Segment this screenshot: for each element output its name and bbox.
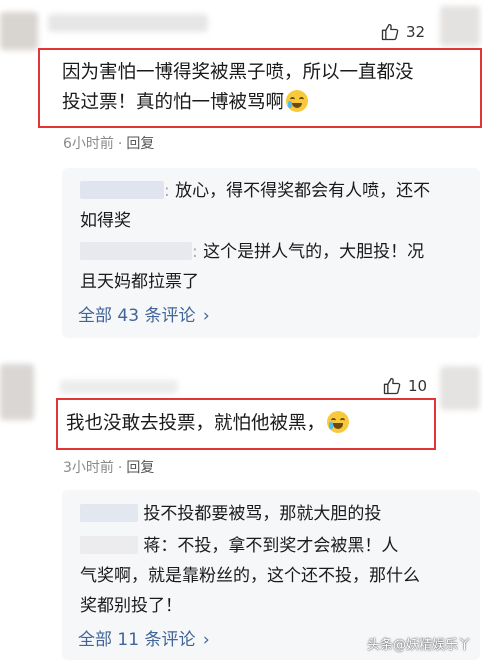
reply-author[interactable] [80,242,192,260]
comment-meta: 3小时前 · 回复 [63,460,155,476]
comment-line-1: 我也没敢去投票，就怕他被黑， [66,413,326,434]
like-button[interactable]: 32 [380,22,425,42]
avatar-side [440,6,480,46]
reply-1-line-2: 如得奖 [80,211,131,231]
view-all-replies-link[interactable]: 全部 43 条评论 › [78,301,210,326]
like-button[interactable]: 10 [382,376,427,396]
reply-thread: : 放心，得不得奖都会有人喷，还不 如得奖 : 这个是拼人气的，大胆投！况 且天… [62,168,480,338]
loudly-crying-emoji [327,411,350,433]
reply-2-line-1: 这个是拼人气的，大胆投！况 [203,242,425,262]
avatar-side [440,366,480,410]
reply-1: : 放心，得不得奖都会有人喷，还不 如得奖 [80,181,431,231]
avatar[interactable] [0,364,34,420]
chevron-right-icon: › [202,306,210,326]
reply-2-line-2: 气奖啊，就是靠粉丝的，这个还不投，那什么 [80,566,420,586]
reply-2-line-3: 奖都别投了！ [80,596,182,616]
reply-1-line-1: 放心，得不得奖都会有人喷，还不 [175,181,431,201]
reply-2: : 这个是拼人气的，大胆投！况 且天妈都拉票了 [80,242,425,292]
thumbs-up-icon [383,377,401,395]
like-count: 10 [408,377,428,395]
comment-meta: 6小时前 · 回复 [63,136,155,152]
reply-author[interactable] [80,181,164,199]
highlighted-comment-text: 我也没敢去投票，就怕他被黑， [56,398,436,450]
username[interactable] [48,14,208,32]
reply-2: 蒋：不投，拿不到奖才会被黑！人 气奖啊，就是靠粉丝的，这个还不投，那什么 奖都别… [80,531,475,621]
highlighted-comment-text: 因为害怕一博得奖被黑子喷，所以一直都没 投过票！真的怕一博被骂啊 [38,48,482,128]
timestamp: 3小时前 [63,460,114,476]
reply-author[interactable] [80,536,138,554]
avatar[interactable] [0,12,38,50]
reply-button[interactable]: 回复 [126,460,154,476]
reply-author[interactable] [80,504,138,522]
reply-2-line-2: 且天妈都拉票了 [80,272,199,292]
comment-line-1: 因为害怕一博得奖被黑子喷，所以一直都没 [62,62,414,83]
watermark: 头条@妖精娱乐丫 [366,638,471,653]
comment-line-2: 投过票！真的怕一博被骂啊 [62,92,285,113]
view-all-replies-link[interactable]: 全部 11 条评论 › [78,625,210,650]
like-count: 32 [406,23,426,41]
reply-2-line-1: 蒋：不投，拿不到奖才会被黑！人 [143,536,399,556]
username[interactable] [60,380,178,394]
reply-1-line-1: 投不投都要被骂，那就大胆的投 [143,504,382,524]
chevron-right-icon: › [202,630,210,650]
reply-button[interactable]: 回复 [126,136,154,152]
thumbs-up-icon [381,23,399,41]
crying-laughing-emoji [286,90,309,112]
timestamp: 6小时前 [63,136,114,152]
reply-1: 投不投都要被骂，那就大胆的投 [80,499,475,529]
